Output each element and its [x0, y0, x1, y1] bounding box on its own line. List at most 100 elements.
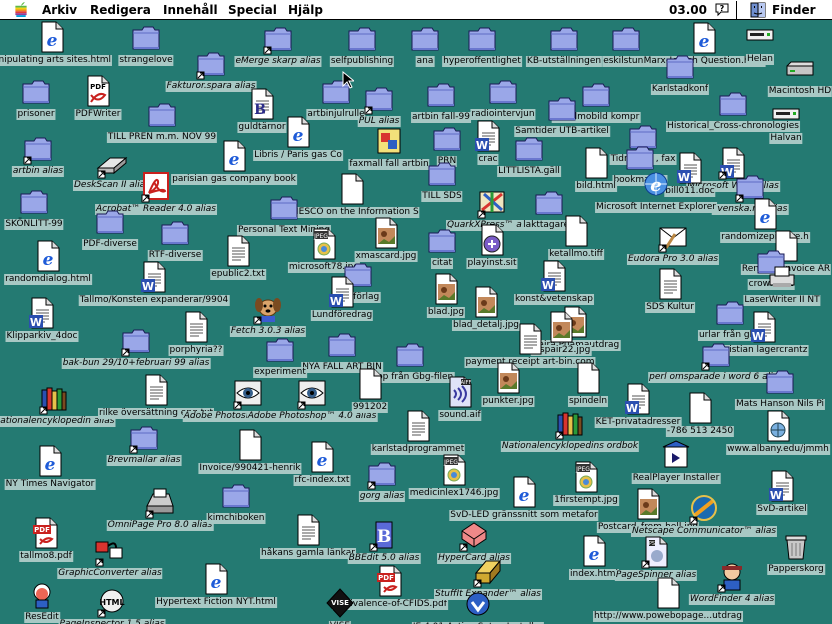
menu-edit[interactable]: Redigera	[90, 3, 151, 17]
pdf-doc-icon[interactable]: PDF	[374, 565, 406, 597]
desktop-item-label[interactable]: Karlstadkonf	[650, 84, 710, 95]
folder-icon[interactable]	[220, 479, 252, 511]
eudora-icon[interactable]	[657, 220, 689, 253]
folder-icon[interactable]	[94, 205, 126, 237]
desktop-item-label[interactable]: SvD-artikel	[756, 504, 808, 515]
desktop-item-label[interactable]: Libris / Paris gas Co	[253, 150, 343, 161]
folder-icon[interactable]	[764, 365, 796, 397]
folder-icon[interactable]	[487, 75, 519, 107]
desktop-item-label[interactable]: index.html	[569, 569, 619, 580]
folder-icon[interactable]	[363, 82, 395, 115]
ie-globe-icon[interactable]: e	[640, 168, 672, 200]
folder-icon[interactable]	[425, 78, 457, 110]
word-doc-icon[interactable]: W	[26, 297, 58, 329]
desktop-item-label[interactable]: Brevmallar alias	[106, 455, 182, 466]
desktop-item-label[interactable]: sound.aif	[438, 410, 482, 421]
folder-icon[interactable]	[533, 186, 565, 218]
desktop-item-label[interactable]: Halvan	[769, 133, 803, 144]
ie-doc-icon[interactable]: e	[306, 441, 338, 473]
folder-icon[interactable]	[394, 338, 426, 370]
acrobat-icon[interactable]	[140, 170, 172, 203]
ie-doc-icon[interactable]: e	[508, 476, 540, 508]
desktop-item-label[interactable]: -786 513 2450	[665, 426, 735, 437]
desktop-item-label[interactable]: blad_detalj.jpg	[451, 320, 521, 331]
hard-disk-icon[interactable]	[784, 52, 816, 84]
balloon-help-icon[interactable]: ?	[714, 2, 730, 18]
bbedit-doc-icon[interactable]: B	[246, 88, 278, 120]
folder-icon[interactable]	[366, 457, 398, 490]
desktop-item-label[interactable]: bill011.doc	[664, 186, 716, 197]
pagespinner-icon[interactable]: PS	[640, 536, 672, 569]
desktop-item-label[interactable]: bild.html	[575, 181, 617, 192]
desktop-item-label[interactable]: PageInspector 1.5 alias	[58, 619, 166, 624]
desktop-item-label[interactable]: kimchiboken	[206, 513, 266, 524]
desktop-item-label[interactable]: porphyria??	[168, 345, 224, 356]
folder-icon[interactable]	[128, 421, 160, 454]
web-doc-icon[interactable]	[762, 410, 794, 442]
desktop-item-label[interactable]: Microsoft Internet Explorer	[595, 202, 717, 213]
desktop-item-label[interactable]: Eudora Pro 3.0 alias	[626, 254, 720, 265]
word-doc-icon[interactable]: W	[674, 152, 706, 184]
doc-icon[interactable]	[572, 362, 604, 394]
stuffit-doc-icon[interactable]	[476, 224, 508, 256]
fetch-dog-icon[interactable]	[252, 292, 284, 325]
printer-icon[interactable]	[766, 261, 798, 293]
folder-icon[interactable]	[431, 122, 463, 154]
app-menu-label[interactable]: Finder	[772, 3, 816, 17]
desktop-item-label[interactable]: TILL PREN m.m. NOV 99	[106, 132, 218, 143]
folder-icon[interactable]	[346, 22, 378, 54]
desktop-item-label[interactable]: http://www.powebopage...utdrag	[593, 611, 743, 622]
folder-icon[interactable]	[546, 92, 578, 124]
word-doc-icon[interactable]: W	[326, 276, 358, 308]
pdf-writer-icon[interactable]: PDF	[82, 75, 114, 107]
menu-file[interactable]: Arkiv	[42, 3, 77, 17]
desktop-item-label[interactable]: Papperskorg	[767, 564, 825, 575]
desktop-item-label[interactable]: hyperoffentlighet	[442, 56, 522, 67]
folder-icon[interactable]	[146, 98, 178, 130]
desktop-item-label[interactable]: ResEdit	[24, 612, 60, 623]
menu-content[interactable]: Innehåll	[163, 3, 218, 17]
desktop-item-label[interactable]: Mats Hanson Nils Pi	[734, 399, 826, 410]
jpeg-doc-icon[interactable]: JPEG	[570, 461, 602, 493]
doc-icon[interactable]	[684, 392, 716, 424]
text-doc-icon[interactable]	[180, 311, 212, 343]
netscape-icon[interactable]	[688, 492, 720, 525]
desktop-item-label[interactable]: anipulating arts sites.html	[0, 55, 113, 66]
folder-icon[interactable]	[700, 338, 732, 371]
desktop-item-label[interactable]: Klipparkiv_4doc	[5, 331, 79, 342]
quark-icon[interactable]	[476, 186, 508, 219]
desktop-item-label[interactable]: Lundföredrag	[310, 310, 374, 321]
ie-doc-icon[interactable]: e	[578, 535, 610, 567]
desktop-item-label[interactable]: punkter.jpg	[481, 396, 535, 407]
image-doc-icon[interactable]	[492, 362, 524, 394]
desktop-item-label[interactable]: 1firstempt.jpg	[553, 495, 619, 506]
image-doc-icon[interactable]	[430, 273, 462, 305]
text-doc-icon[interactable]	[140, 374, 172, 406]
desktop-item-label[interactable]: Tallmo/Konsten expanderar/9904	[78, 295, 230, 306]
text-doc-icon[interactable]	[292, 514, 324, 546]
desktop-item-label[interactable]: NY Times Navigator	[4, 479, 96, 490]
desktop-item-label[interactable]: medicinlex1746.jpg	[408, 488, 500, 499]
desktop-item-label[interactable]: PDF-diverse	[82, 239, 138, 250]
desktop-item-label[interactable]: Nationalencyklopedins ordbok	[500, 441, 640, 452]
desktop-item-label[interactable]: PDFWriter	[74, 109, 122, 120]
desktop-item-label[interactable]: LaserWriter II NT	[743, 295, 821, 306]
ie-doc-icon[interactable]: e	[218, 140, 250, 172]
menu-clock[interactable]: 03.00	[669, 3, 707, 17]
folder-icon[interactable]	[664, 50, 696, 82]
books-icon[interactable]	[554, 407, 586, 440]
bbedit-icon[interactable]: B	[368, 519, 400, 552]
folder-icon[interactable]	[548, 22, 580, 54]
folder-icon[interactable]	[20, 75, 52, 107]
desktop-item-label[interactable]: artbin alias	[11, 166, 65, 177]
pdf-doc-icon[interactable]: PDF	[30, 517, 62, 549]
word-doc-icon[interactable]: W	[138, 261, 170, 293]
folder-icon[interactable]	[195, 47, 227, 80]
word-doc-icon[interactable]: W	[748, 311, 780, 343]
word-doc-icon[interactable]: W	[538, 260, 570, 292]
desktop-item-label[interactable]: OmniPage Pro 8.0 alias	[106, 520, 214, 531]
vise-installer-icon[interactable]: VISE	[324, 587, 356, 619]
desktop-item-label[interactable]: GraphicConverter alias	[57, 568, 163, 579]
folder-icon[interactable]	[159, 216, 191, 248]
word-doc-icon[interactable]: W	[766, 470, 798, 502]
